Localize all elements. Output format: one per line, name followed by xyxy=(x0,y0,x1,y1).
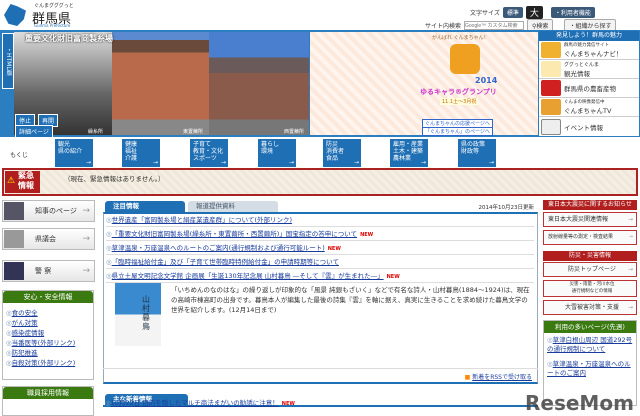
tab-press-releases[interactable]: 報道提供資料 xyxy=(188,201,278,212)
police-button[interactable]: 警 察 → xyxy=(2,260,95,282)
warning-icon: ⚠ xyxy=(7,176,16,186)
safety-link[interactable]: ◎がん対策 xyxy=(3,316,93,327)
featured-item[interactable]: ◎草津温泉・万座温泉へのルートのご案内(通行規制および通行可能ルート) NEW xyxy=(106,242,534,255)
feature-description: 「いちめんのなのはな」の繰り返しが印象的な「風景 純銀もざいく」などで有名な詩人… xyxy=(171,286,530,314)
strawberry-icon xyxy=(541,80,561,96)
tourism-info-link[interactable]: ググっとぐんま 観光情報 xyxy=(539,60,639,79)
arrow-icon: → xyxy=(353,159,359,166)
banner-title: 重要文化財旧富岡製糸場 xyxy=(25,34,113,43)
safety-link[interactable]: ◎防犯推進 xyxy=(3,346,93,357)
tab-featured[interactable]: 注目情報 xyxy=(105,201,185,212)
panel-header: 発見しよう！群馬の魅力 xyxy=(539,31,639,41)
featured-item[interactable]: ◎「臨時福祉給付金」及び「子育て世帯臨時特例給付金」の申請時期等について xyxy=(106,256,534,269)
jobs-info-box: 職員採用情報 xyxy=(2,386,94,416)
jobs-header: 職員採用情報 xyxy=(3,387,93,399)
font-standard-button[interactable]: 標準 xyxy=(502,7,523,18)
user-function-button[interactable]: ・利用者機能 xyxy=(550,7,595,18)
radiation-results-link[interactable]: 放射線量等の測定・検査結果 → xyxy=(543,230,637,245)
safety-link[interactable]: ◎食の安全 xyxy=(3,306,93,317)
nav-label: もくじ xyxy=(10,152,29,159)
nav-item[interactable]: 県の政策 財政等 → xyxy=(458,139,496,167)
agri-products-link[interactable]: 群馬県の農畜産物 xyxy=(539,79,639,98)
gunma-chan-mascot-icon xyxy=(450,44,480,74)
rss-link[interactable]: ■ 新着をRSSで受け取る xyxy=(465,372,532,381)
event-name: ゆるキャラ®グランプリ xyxy=(420,88,497,96)
safety-header: 安心・安全情報 xyxy=(3,291,93,303)
main-content: 注目情報 報道提供資料 2014年10月23日更新 ◎世界遺産「富岡製糸場と絹産… xyxy=(103,201,538,407)
assembly-building-icon xyxy=(4,230,24,248)
featured-item[interactable]: ◎世界遺産「富岡製糸場と絹産業遺産群」について(外部リンク) xyxy=(106,214,534,227)
arrow-icon: → xyxy=(152,159,158,166)
caption: 西置繭所 xyxy=(284,129,305,135)
police-officer-icon xyxy=(4,262,24,280)
gunma-map-icon xyxy=(4,4,26,26)
caption: 東置繭所 xyxy=(183,129,204,135)
year: 2014 xyxy=(475,76,498,85)
resemom-watermark: ReseMom xyxy=(525,391,634,415)
yuru-chara-banner[interactable]: がんばれ ぐんまちゃん！ 2014 ゆるキャラ®グランプリ 11.1土～3月祝 … xyxy=(310,32,538,136)
event-info-link[interactable]: イベント情報 xyxy=(539,117,639,136)
poster-title: 山村暮鳥 xyxy=(142,295,150,331)
gunma-chan-page-link[interactable]: 「ぐんまちゃん」のページへ xyxy=(422,127,493,136)
nav-item[interactable]: 子育て 教育・文化 スポーツ → xyxy=(190,139,228,167)
heavy-snow-link[interactable]: 大雪被害対策・支援 → xyxy=(543,300,637,315)
assembly-button[interactable]: 県議会 → xyxy=(2,228,95,250)
nav-item[interactable]: 防災 消費者 食品 → xyxy=(323,139,361,167)
font-size-controls: 文字サイズ 標準 大 ・利用者機能 xyxy=(470,6,595,19)
discover-gunma-panel: 発見しよう！群馬の魅力 群馬の魅力発信サイト ぐんまちゃんナビ！ ググっとぐんま観… xyxy=(538,30,640,137)
photo-west-cocoon-warehouse[interactable] xyxy=(209,32,309,135)
html-version-tab[interactable]: ・HTML版 xyxy=(2,33,14,89)
gunma-chan-navi-link[interactable]: 群馬の魅力発信サイト ぐんまちゃんナビ！ xyxy=(539,41,639,60)
governor-photo-icon xyxy=(4,202,24,220)
safety-link[interactable]: ◎自殺対策(外部リンク) xyxy=(3,356,93,367)
font-size-label: 文字サイズ xyxy=(470,10,500,17)
category-nav: もくじ xyxy=(0,137,640,168)
tv-icon xyxy=(541,99,561,115)
logo-english: Gunma Prefecture xyxy=(34,23,71,28)
gunma-chan-tv-link[interactable]: ぐんまの映像発信中 ぐんまちゃんTV xyxy=(539,98,639,117)
poster-thumbnail[interactable]: 山村暮鳥 xyxy=(115,283,161,346)
popular-header: 利用の多いページ(先週) xyxy=(544,321,636,333)
nav-item[interactable]: 健康 福祉 介護 → xyxy=(122,139,160,167)
governor-page-button[interactable]: 知事のページ → xyxy=(2,200,95,222)
font-large-button[interactable]: 大 xyxy=(525,6,543,19)
safety-info-box: 安心・安全情報 ◎食の安全 ◎がん対策 ◎感染症情報 ◎当番医等(外部リンク) ◎防犯推… xyxy=(2,290,94,380)
safety-link[interactable]: ◎感染症情報 xyxy=(3,326,93,337)
quake-info-link[interactable]: 東日本大震災関連情報 → xyxy=(543,212,637,227)
disaster-header: 防災・災害情報 xyxy=(543,251,637,261)
nav-item[interactable]: 暮らし 環境 → xyxy=(258,139,296,167)
featured-item[interactable]: ◎県立土屋文明記念文学館 企画展「生誕130年記念展 山村暮鳥 ―そして『雲』が… xyxy=(106,270,534,283)
arrow-icon: → xyxy=(420,159,426,166)
popular-item[interactable]: ◎草津温泉・万座温泉へのルートのご案内 xyxy=(544,357,636,381)
search-input[interactable] xyxy=(464,21,525,30)
safety-link[interactable]: ◎当番医等(外部リンク) xyxy=(3,336,93,347)
notebook-icon xyxy=(541,118,561,135)
popular-item[interactable]: ◎草津白根山周辺 国道292号の通行規制について xyxy=(544,333,636,357)
emergency-text: （現在、緊急情報はありません。） xyxy=(64,175,165,183)
emergency-info: ⚠ 緊急情報 （現在、緊急情報はありません。） xyxy=(2,168,638,196)
photo-east-cocoon-warehouse[interactable] xyxy=(112,32,209,135)
search-label: サイト内検索 xyxy=(425,23,462,30)
arrow-icon: → xyxy=(488,159,494,166)
updated-date: 2014年10月23日更新 xyxy=(478,205,535,211)
tourism-icon xyxy=(541,61,561,77)
rss-icon: ■ xyxy=(464,374,471,381)
nav-item[interactable]: 観光 県の紹介 → xyxy=(55,139,93,167)
caption: 繰糸所 xyxy=(88,129,104,135)
emergency-label: ⚠ 緊急情報 xyxy=(5,171,40,193)
disaster-top-link[interactable]: 防災トップページ → xyxy=(543,262,637,277)
site-logo[interactable]: ぐんまグググっと 群馬県 Gunma Prefecture xyxy=(4,2,114,28)
navi-icon xyxy=(541,42,561,58)
arrow-icon: → xyxy=(288,159,294,166)
arrow-icon: → xyxy=(220,159,226,166)
featured-item[interactable]: ◎「重要文化財旧富岡製糸場(繰糸所・東置繭所・西置繭所)」国宝指定の答申について… xyxy=(106,228,534,241)
quake-header: 東日本大震災に関するお知らせ xyxy=(543,200,637,210)
event-dates: 11.1土～3月祝 xyxy=(440,98,479,105)
nav-item[interactable]: 雇用・産業 土木・建築 農林業 → xyxy=(390,139,428,167)
cheer-text: がんばれ ぐんまちゃん！ xyxy=(432,35,489,41)
disaster-info-link[interactable]: 災害・雨量・河川水位 通行規制などの情報 xyxy=(543,280,637,297)
arrow-icon: → xyxy=(85,159,91,166)
